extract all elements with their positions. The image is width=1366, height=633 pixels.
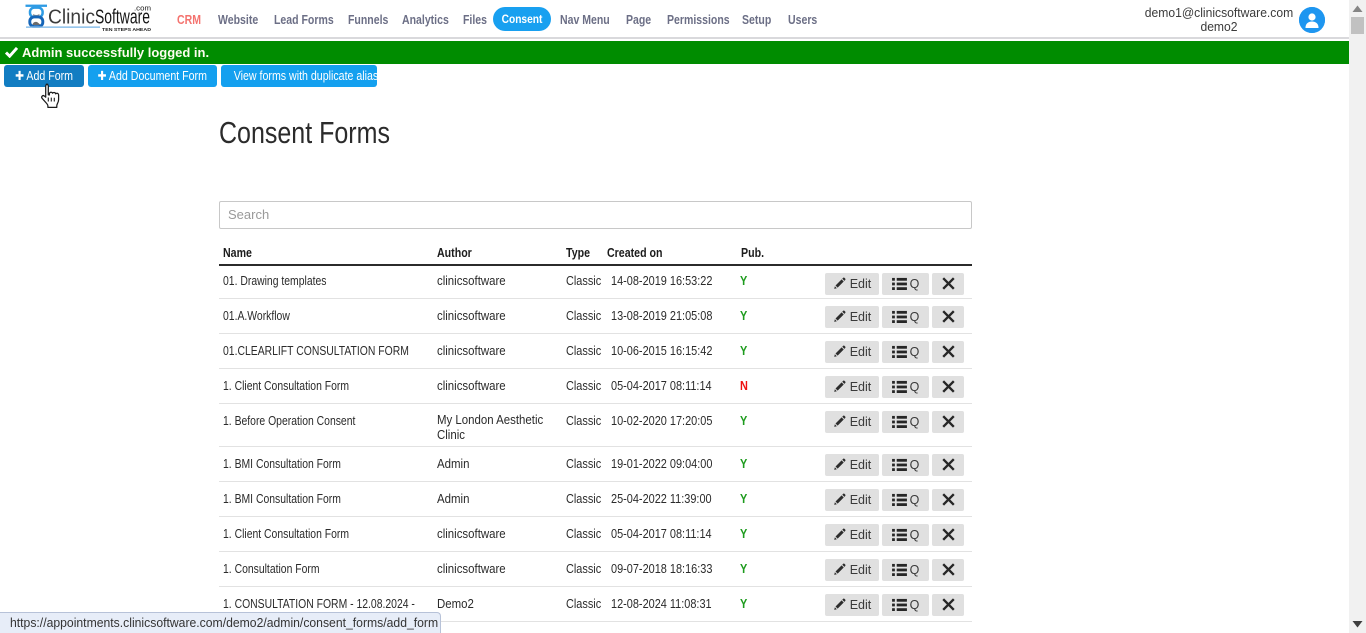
svg-text:TEN STEPS AHEAD: TEN STEPS AHEAD: [102, 27, 151, 31]
svg-text:.com: .com: [134, 4, 151, 13]
svg-text:Clinic: Clinic: [48, 7, 95, 29]
